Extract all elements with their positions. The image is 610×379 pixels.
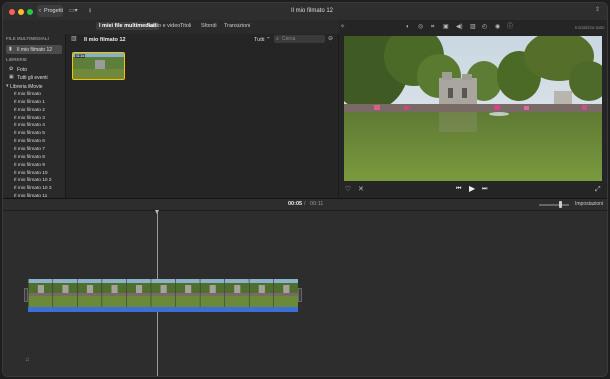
clip-filter-icon[interactable]: ◉ <box>495 24 500 30</box>
sidebar-item-project[interactable]: Il mio filmato 9 <box>14 163 45 168</box>
media-section-header: FILE MULTIMEDIALI <box>6 36 49 41</box>
video-preview[interactable] <box>344 36 602 181</box>
sidebar-item-project-media[interactable]: Il mio filmato 12 <box>17 47 52 53</box>
time-separator: / <box>304 201 306 207</box>
stabilization-icon[interactable]: ▣ <box>443 24 449 30</box>
zoom-slider-knob[interactable] <box>559 201 562 208</box>
playhead-marker[interactable] <box>155 210 159 214</box>
sidebar-item-project[interactable]: Il mio filmato 8 <box>14 155 45 160</box>
sidebar-toggle-icon[interactable]: ▥ <box>71 36 77 42</box>
info-icon[interactable]: ⓘ <box>507 24 513 30</box>
back-button-label: Progetti <box>44 8 63 14</box>
audio-track-icon[interactable]: ♫ <box>25 357 30 363</box>
sidebar-item-project[interactable]: Il mio filmato 4 <box>14 123 45 128</box>
sidebar-item-project[interactable]: Il mio filmato 6 <box>14 139 45 144</box>
sidebar-item-project[interactable]: Il mio filmato 7 <box>14 147 45 152</box>
filmstrip-frame <box>28 279 53 307</box>
total-time: 00:11 <box>310 201 324 207</box>
events-icon: ▣ <box>9 74 14 80</box>
tab-audio-video[interactable]: Audio e video <box>147 23 180 29</box>
color-balance-icon[interactable]: ◐ <box>406 24 410 30</box>
filmstrip-frame <box>101 279 127 307</box>
minimize-window-button[interactable] <box>18 9 24 15</box>
search-placeholder: Cerca <box>282 36 296 42</box>
share-icon[interactable]: ⇪ <box>595 7 600 13</box>
filmstrip-frame <box>224 279 249 307</box>
clip-duration: 11,1s <box>75 54 86 58</box>
timeline-video-clip[interactable] <box>28 279 298 307</box>
filmstrip-frame <box>175 279 200 307</box>
crop-icon[interactable]: ⌗ <box>431 24 434 30</box>
libraries-sidebar: FILE MULTIMEDIALI ▮ Il mio filmato 12 LI… <box>3 34 66 199</box>
libraries-section-header: LIBRERIE <box>6 57 28 62</box>
sidebar-item-project[interactable]: Il mio filmato 5 <box>14 131 45 136</box>
sidebar-item-project[interactable]: Il mio filmato 10 3 <box>14 186 52 191</box>
import-icon[interactable]: ⭳ <box>89 8 91 14</box>
magic-wand-icon[interactable]: ✧ <box>340 24 345 30</box>
timeline-panel: 00:05 / 00:11 Impostazioni ♫ <box>3 198 607 376</box>
tab-backgrounds[interactable]: Sfondi <box>201 23 217 29</box>
viewer-panel: ✧ ◐ ◎ ⌗ ▣ ◀) ▥ ◴ ◉ ⓘ Inizializza tutto ♡… <box>339 20 607 197</box>
disclosure-triangle-icon[interactable]: ▾ <box>6 84 9 89</box>
sidebar-item-all-events[interactable]: Tutti gli eventi <box>17 75 48 81</box>
project-title: Il mio filmato 12 <box>291 8 334 14</box>
chevron-left-icon: ‹ <box>39 8 41 14</box>
noise-reduction-icon[interactable]: ▥ <box>470 24 476 30</box>
layout-icon[interactable]: ▭▾ <box>69 8 78 14</box>
tab-transitions[interactable]: Transizioni <box>224 23 250 29</box>
filmstrip-frame <box>77 279 102 307</box>
photos-icon: ✿ <box>9 66 14 72</box>
volume-icon[interactable]: ◀) <box>456 24 463 30</box>
more-options-icon[interactable]: ⊖ <box>328 36 333 42</box>
filmstrip-frame <box>126 279 151 307</box>
speed-icon[interactable]: ◴ <box>482 24 487 30</box>
filter-label: Tutti <box>254 37 265 43</box>
sidebar-item-project[interactable]: Il mio filmato 2 <box>14 108 45 113</box>
filter-dropdown[interactable]: Tutti ⌃ <box>254 37 271 43</box>
zoom-slider[interactable] <box>539 204 569 206</box>
filmstrip-frame <box>248 279 274 307</box>
play-icon[interactable]: ▶ <box>469 185 475 193</box>
filmstrip-frame <box>199 279 225 307</box>
sidebar-item-project[interactable]: Il mio filmato 10 2 <box>14 178 52 183</box>
media-browser: ▥ Il mio filmato 12 Tutti ⌃ ⌕ Cerca ⊖ 11… <box>66 34 339 197</box>
back-to-projects-button[interactable]: ‹ Progetti <box>37 5 63 17</box>
search-field[interactable]: ⌕ Cerca <box>274 35 325 43</box>
zoom-window-button[interactable] <box>27 9 33 15</box>
close-window-button[interactable] <box>9 9 15 15</box>
tab-titles[interactable]: Titoli <box>180 23 191 29</box>
sidebar-item-project[interactable]: Il mio filmato <box>14 92 41 97</box>
filmstrip-frame <box>52 279 78 307</box>
clip-audio-waveform[interactable] <box>28 307 298 312</box>
settings-button[interactable]: Impostazioni <box>575 201 603 207</box>
sidebar-item-project[interactable]: Il mio filmato 10 <box>14 171 48 176</box>
reject-icon[interactable]: ✕ <box>358 186 364 193</box>
sidebar-item-imovie-library[interactable]: Libreria iMovie <box>10 84 43 90</box>
sidebar-item-project[interactable]: Il mio filmato 1 <box>14 100 45 105</box>
clip-filmstrip <box>28 279 298 307</box>
fullscreen-icon[interactable]: ⤢ <box>595 186 601 193</box>
reset-all-button[interactable]: Inizializza tutto <box>575 25 605 30</box>
video-frame <box>344 36 602 181</box>
skip-forward-icon[interactable]: ⏭ <box>482 186 487 192</box>
clip-trim-handle-right[interactable] <box>298 288 302 302</box>
search-icon: ⌕ <box>276 36 279 42</box>
favorite-heart-icon[interactable]: ♡ <box>345 186 351 193</box>
timeline-divider <box>3 210 607 211</box>
skip-back-icon[interactable]: ⏮ <box>456 186 461 192</box>
toolbar: ‹ Progetti ▭▾ ⭳ Il mio filmato 12 ⇪ <box>3 3 607 21</box>
imovie-window: ‹ Progetti ▭▾ ⭳ Il mio filmato 12 ⇪ I mi… <box>2 2 608 377</box>
browser-title: Il mio filmato 12 <box>84 37 126 43</box>
film-icon: ▮ <box>9 46 12 52</box>
filmstrip-frame <box>273 279 298 307</box>
clip-thumbnail[interactable]: 11,1s <box>72 52 125 80</box>
current-time: 00:05 <box>288 201 303 207</box>
filmstrip-frame <box>150 279 176 307</box>
sidebar-item-photos[interactable]: Foto <box>17 67 27 73</box>
color-correction-icon[interactable]: ◎ <box>418 24 423 30</box>
sidebar-item-project[interactable]: Il mio filmato 3 <box>14 116 45 121</box>
